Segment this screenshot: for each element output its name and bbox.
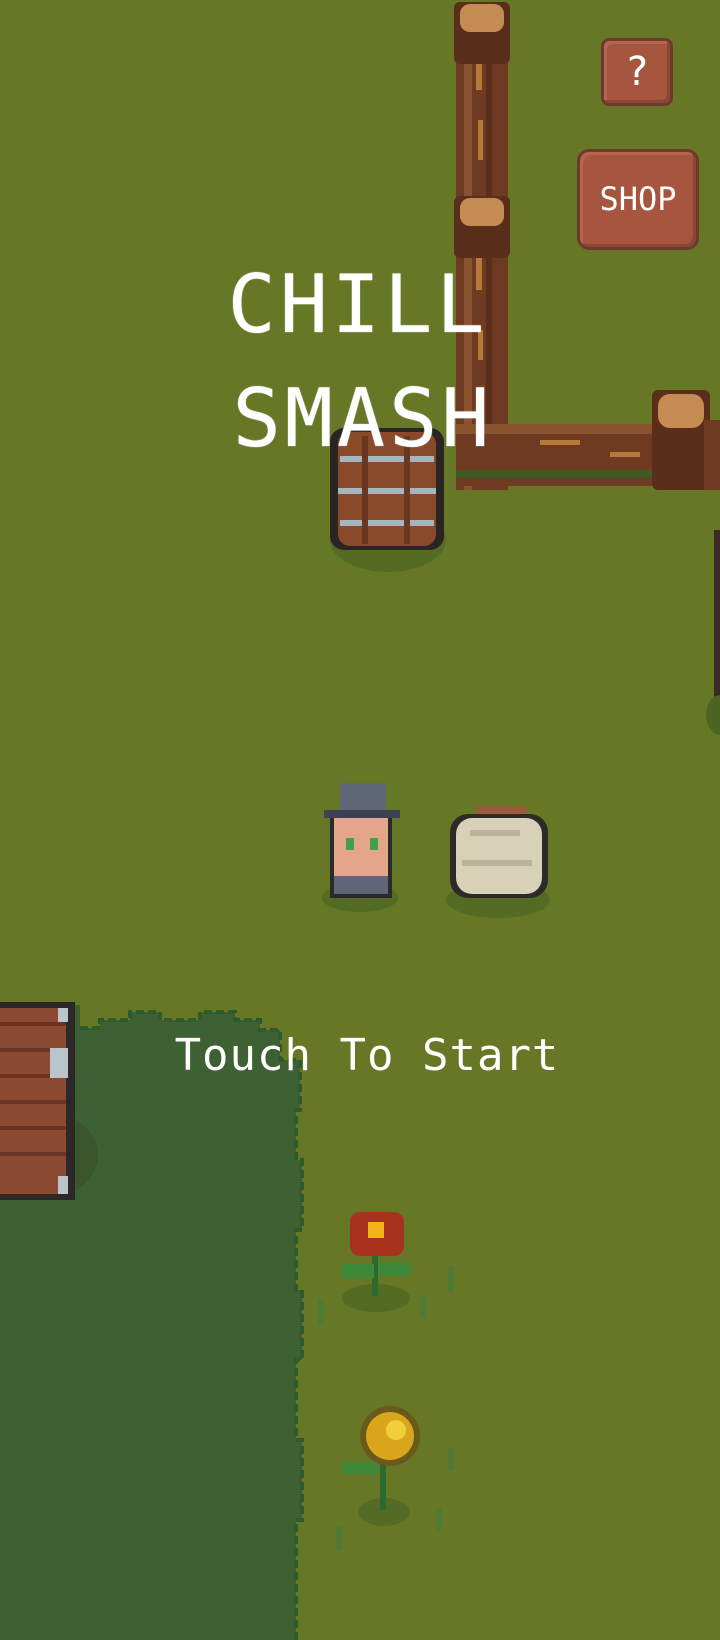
game-title-line1: CHILL: [227, 258, 489, 351]
help-button[interactable]: ?: [601, 38, 673, 106]
shop-button[interactable]: SHOP: [577, 149, 699, 250]
clay-pot: [446, 806, 550, 918]
touch-to-start-prompt[interactable]: Touch To Start: [0, 1030, 720, 1081]
game-scene[interactable]: CHILL SMASH Touch To Start ? SHOP: [0, 0, 720, 1640]
game-title-line2: SMASH: [232, 372, 494, 465]
